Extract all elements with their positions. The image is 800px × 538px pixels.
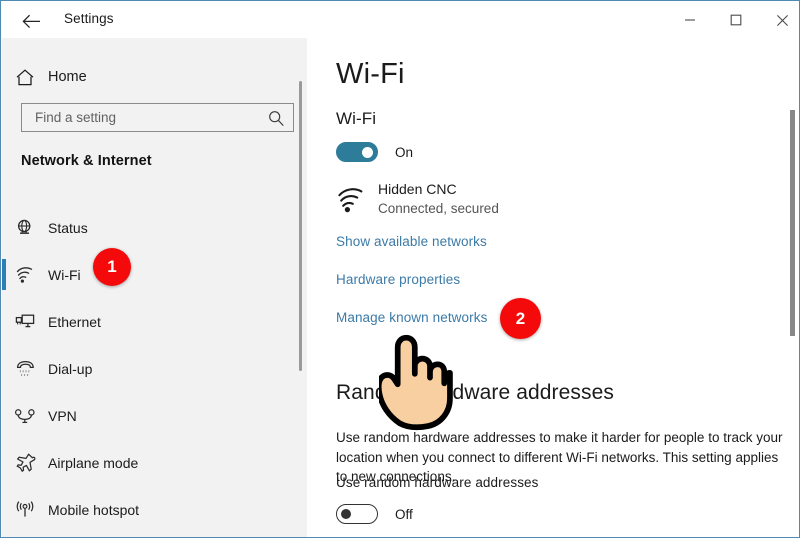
wifi-section-heading: Wi-Fi — [336, 109, 377, 128]
annotation-badge-1: 1 — [93, 248, 131, 286]
globe-status-icon — [2, 218, 48, 238]
close-button[interactable] — [759, 3, 799, 37]
close-icon — [776, 14, 788, 26]
sidebar-item-wi-fi-label: Wi-Fi — [48, 266, 81, 283]
mobile-hotspot-icon — [2, 500, 48, 519]
link-manage-known-networks[interactable]: Manage known networks — [336, 310, 487, 325]
random-hardware-addresses-heading: Random hardware addresses — [336, 381, 614, 404]
sidebar-item-dial-up[interactable]: Dial-up — [2, 345, 307, 392]
back-arrow-icon — [21, 14, 40, 28]
network-text-block: Hidden CNC Connected, secured — [378, 180, 499, 218]
sidebar-item-ethernet[interactable]: Ethernet — [2, 298, 307, 345]
sidebar-item-mobile-hotspot[interactable]: Mobile hotspot — [2, 486, 307, 533]
random-hardware-toggle-row: Off — [336, 504, 413, 524]
sidebar-item-mobile-hotspot-label: Mobile hotspot — [48, 501, 140, 518]
selection-indicator — [2, 259, 6, 290]
wifi-icon — [2, 266, 48, 284]
sidebar-item-vpn[interactable]: VPN — [2, 392, 307, 439]
link-show-available-networks[interactable]: Show available networks — [336, 234, 487, 249]
wifi-toggle[interactable] — [336, 142, 378, 162]
vpn-icon — [2, 408, 48, 424]
search-box[interactable] — [21, 103, 294, 132]
connected-network[interactable]: Hidden CNC Connected, secured — [336, 180, 499, 219]
sidebar-item-status[interactable]: Status — [2, 204, 307, 251]
minimize-icon — [685, 19, 695, 21]
wifi-connected-icon — [336, 180, 378, 219]
home-icon — [2, 68, 48, 87]
main-scrollbar-thumb[interactable] — [790, 110, 795, 336]
dialup-phone-icon — [2, 360, 48, 378]
main-content: Wi-Fi Wi-Fi On Hidden CNC Connected, sec… — [307, 38, 799, 537]
sidebar-item-airplane-mode[interactable]: Airplane mode — [2, 439, 307, 486]
sidebar-item-dial-up-label: Dial-up — [48, 360, 93, 377]
random-hardware-toggle-label: Off — [395, 506, 413, 522]
search-input[interactable] — [33, 109, 252, 126]
sidebar: Home Network & Internet — [2, 38, 308, 537]
minimize-button[interactable] — [667, 3, 713, 37]
random-hardware-toggle[interactable] — [336, 504, 378, 524]
title-bar: Settings — [2, 2, 799, 38]
page-title: Wi-Fi — [336, 58, 405, 90]
use-random-hardware-addresses-label: Use random hardware addresses — [336, 475, 539, 490]
annotation-badge-2: 2 — [500, 298, 541, 339]
maximize-icon — [730, 14, 742, 26]
sidebar-item-home-label: Home — [48, 69, 87, 85]
sidebar-item-status-label: Status — [48, 219, 88, 236]
sidebar-item-wi-fi[interactable]: Wi-Fi — [2, 251, 307, 298]
app-title: Settings — [64, 11, 114, 26]
network-name: Hidden CNC — [378, 181, 457, 197]
sidebar-section-title: Network & Internet — [21, 153, 152, 169]
link-hardware-properties[interactable]: Hardware properties — [336, 272, 460, 287]
back-button[interactable] — [14, 6, 48, 36]
sidebar-item-ethernet-label: Ethernet — [48, 313, 101, 330]
sidebar-item-vpn-label: VPN — [48, 407, 77, 424]
sidebar-scrollbar[interactable] — [295, 71, 302, 531]
ethernet-icon — [2, 312, 48, 331]
network-status: Connected, secured — [378, 201, 499, 216]
sidebar-item-airplane-mode-label: Airplane mode — [48, 454, 139, 471]
maximize-button[interactable] — [713, 3, 759, 37]
sidebar-nav: Status Wi-Fi Ethernet Dial-up VPN Airpla… — [2, 204, 307, 533]
main-scrollbar[interactable] — [789, 38, 798, 537]
toggle-knob — [341, 509, 351, 519]
wifi-toggle-row: On — [336, 142, 413, 162]
airplane-icon — [2, 452, 48, 473]
search-icon[interactable] — [267, 109, 285, 127]
sidebar-item-home[interactable]: Home — [2, 59, 307, 95]
toggle-knob — [362, 147, 373, 158]
settings-window: Settings Home Find a setting Network & I… — [0, 0, 800, 538]
sidebar-scrollbar-thumb[interactable] — [299, 81, 302, 371]
wifi-toggle-label: On — [395, 144, 414, 160]
